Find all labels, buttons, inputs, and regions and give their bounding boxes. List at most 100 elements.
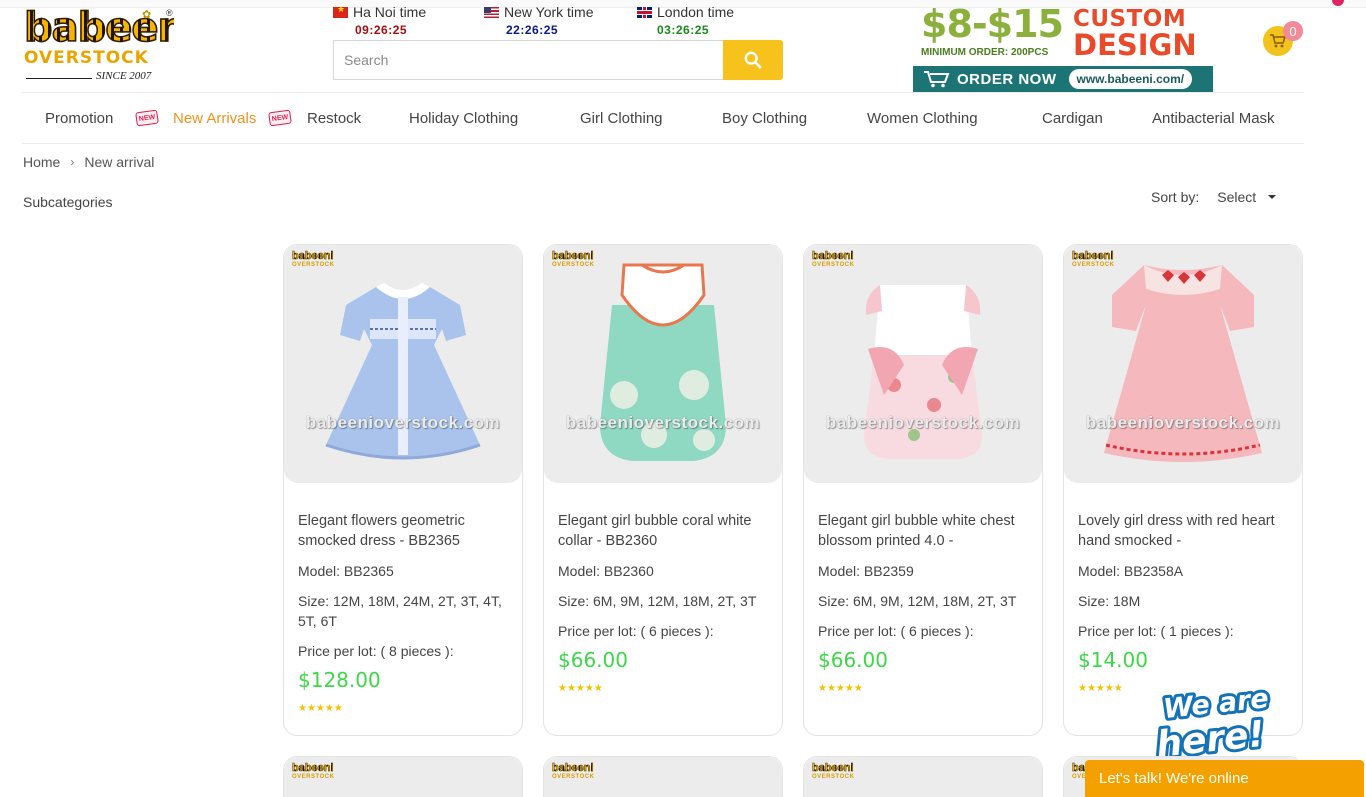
registered-mark: ® [166, 8, 173, 18]
subcategories-heading: Subcategories [23, 194, 113, 210]
clock-label: New York time [504, 4, 594, 20]
watermark: babeenioverstock.com [565, 413, 761, 432]
caret-down-icon [1268, 195, 1277, 199]
watermark: babeenioverstock.com [825, 413, 1021, 432]
sort-control: Sort by: Select [1151, 189, 1277, 205]
product-size: Size: 6M, 9M, 12M, 18M, 2T, 3T [818, 593, 1017, 609]
clock-newyork: New York time 22:26:25 [484, 4, 593, 37]
clock-label: London time [657, 4, 735, 20]
product-model: Model: BB2358A [1078, 563, 1184, 579]
product-logo: babeeni OVERSTOCK [812, 762, 855, 783]
product-logo-bottom: OVERSTOCK [812, 774, 855, 780]
cart-icon [924, 71, 950, 88]
nav-antibacterial-mask[interactable]: Antibacterial Mask [1152, 110, 1275, 127]
bee-icon: ✿ [142, 9, 152, 21]
search-button[interactable] [723, 40, 783, 80]
nav-cardigan[interactable]: Cardigan [1042, 110, 1103, 127]
banner-design: DESIGN [1073, 28, 1197, 62]
product-card[interactable]: babeeni OVERSTOCK babeenioverstock.com E… [803, 244, 1043, 736]
product-logo-bottom: OVERSTOCK [552, 774, 595, 780]
blue-dress-illustration [325, 283, 481, 460]
clock-label: Ha Noi time [353, 4, 427, 20]
product-title[interactable]: Lovely girl dress with red heart hand sm… [1078, 511, 1288, 553]
new-badge: NEW [268, 109, 292, 127]
product-title[interactable]: Elegant girl bubble coral white collar -… [558, 511, 768, 553]
watermark: babeenioverstock.com [305, 413, 501, 432]
product-logo-top: babeeni [552, 762, 594, 774]
product-price: $128.00 [298, 668, 381, 692]
chat-bar[interactable]: Let's talk! We're online [1085, 760, 1364, 797]
product-image[interactable]: babeeni OVERSTOCK [284, 757, 522, 797]
logo-wordmark: babeeni [24, 8, 174, 46]
star-rating: ★★★★★ [298, 703, 343, 714]
product-lot: Price per lot: ( 1 pieces ): [1078, 623, 1234, 639]
nav-restock[interactable]: Restock [307, 110, 361, 127]
breadcrumb-home[interactable]: Home [23, 154, 60, 170]
clock-time: 09:26:25 [355, 23, 408, 37]
product-size: Size: 6M, 9M, 12M, 18M, 2T, 3T [558, 593, 757, 609]
clock-hanoi: Ha Noi time 09:26:25 [333, 4, 426, 37]
product-model: Model: BB2360 [558, 563, 654, 579]
green-romper-illustration [600, 263, 726, 461]
product-image[interactable]: babeeni OVERSTOCK [804, 757, 1042, 797]
usa-flag-icon [484, 6, 499, 18]
product-logo-top: babeeni [812, 762, 854, 774]
product-card[interactable]: babeeni OVERSTOCK babeenioverstock.com E… [283, 244, 523, 736]
product-card[interactable]: babeeni OVERSTOCK babeenioverstock.com L… [1063, 244, 1303, 736]
search-icon [744, 51, 762, 69]
product-image[interactable]: babeeni OVERSTOCK [544, 757, 782, 797]
uk-flag-icon [637, 6, 652, 18]
banner-url: www.babeeni.com/ [1068, 69, 1193, 89]
product-size: Size: 12M, 18M, 24M, 2T, 3T, 4T, 5T, 6T [298, 593, 502, 629]
nav-boy-clothing[interactable]: Boy Clothing [722, 110, 807, 127]
nav-girl-clothing[interactable]: Girl Clothing [580, 110, 663, 127]
banner-order-now: ORDER NOW [957, 70, 1057, 88]
product-lot: Price per lot: ( 8 pieces ): [298, 643, 454, 659]
we-are-here-graphic[interactable]: We are here! [1152, 682, 1298, 756]
main-nav: Promotion NEW New Arrivals NEW Restock H… [22, 92, 1304, 144]
logo-since: SINCE 2007 [24, 70, 174, 82]
product-card[interactable]: babeeni OVERSTOCK [543, 756, 783, 797]
product-logo-bottom: OVERSTOCK [292, 774, 335, 780]
product-model: Model: BB2359 [818, 563, 914, 579]
product-card[interactable]: babeeni OVERSTOCK babeenioverstock.com E… [543, 244, 783, 736]
banner-price: $8-$15 [921, 8, 1064, 46]
sort-select[interactable]: Select [1217, 189, 1277, 205]
product-title[interactable]: Elegant flowers geometric smocked dress … [298, 511, 508, 553]
product-logo-top: babeeni [292, 762, 334, 774]
product-price: $14.00 [1078, 648, 1148, 672]
sort-label: Sort by: [1151, 189, 1200, 205]
product-image[interactable]: babeeni OVERSTOCK babeenioverstock.com [1064, 245, 1302, 483]
nav-women-clothing[interactable]: Women Clothing [867, 110, 978, 127]
product-image[interactable]: babeeni OVERSTOCK babeenioverstock.com [284, 245, 522, 483]
nav-holiday-clothing[interactable]: Holiday Clothing [409, 110, 518, 127]
product-card[interactable]: babeeni OVERSTOCK [283, 756, 523, 797]
product-logo: babeeni OVERSTOCK [292, 762, 335, 783]
product-title[interactable]: Elegant girl bubble white chest blossom … [818, 511, 1028, 553]
product-lot: Price per lot: ( 6 pieces ): [818, 623, 974, 639]
logo-overstock: OVERSTOCK [24, 48, 149, 68]
clock-time: 22:26:25 [506, 23, 559, 37]
search-input[interactable] [333, 40, 723, 80]
search-bar [333, 40, 783, 80]
new-badge: NEW [135, 109, 159, 127]
product-price: $66.00 [818, 648, 888, 672]
product-lot: Price per lot: ( 6 pieces ): [558, 623, 714, 639]
product-image[interactable]: babeeni OVERSTOCK babeenioverstock.com [544, 245, 782, 483]
clock-london: London time 03:26:25 [637, 4, 734, 37]
sort-value: Select [1217, 189, 1257, 205]
breadcrumb: Home › New arrival [23, 154, 154, 170]
product-card[interactable]: babeeni OVERSTOCK [803, 756, 1043, 797]
site-logo[interactable]: babeeni ✿ ® OVERSTOCK SINCE 2007 [24, 8, 174, 84]
custom-design-banner[interactable]: $8-$15 MINIMUM ORDER: 200PCS CUSTOM DESI… [913, 8, 1213, 92]
nav-new-arrivals[interactable]: New Arrivals [173, 110, 256, 127]
product-image[interactable]: babeeni OVERSTOCK babeenioverstock.com [804, 245, 1042, 483]
banner-min-order: MINIMUM ORDER: 200PCS [921, 47, 1049, 58]
watermark: babeenioverstock.com [1085, 413, 1281, 432]
star-rating: ★★★★★ [558, 683, 603, 694]
product-model: Model: BB2365 [298, 563, 394, 579]
breadcrumb-current: New arrival [84, 154, 155, 170]
product-logo: babeeni OVERSTOCK [552, 762, 595, 783]
pink-dress-illustration [1104, 265, 1262, 462]
nav-promotion[interactable]: Promotion [45, 110, 113, 127]
